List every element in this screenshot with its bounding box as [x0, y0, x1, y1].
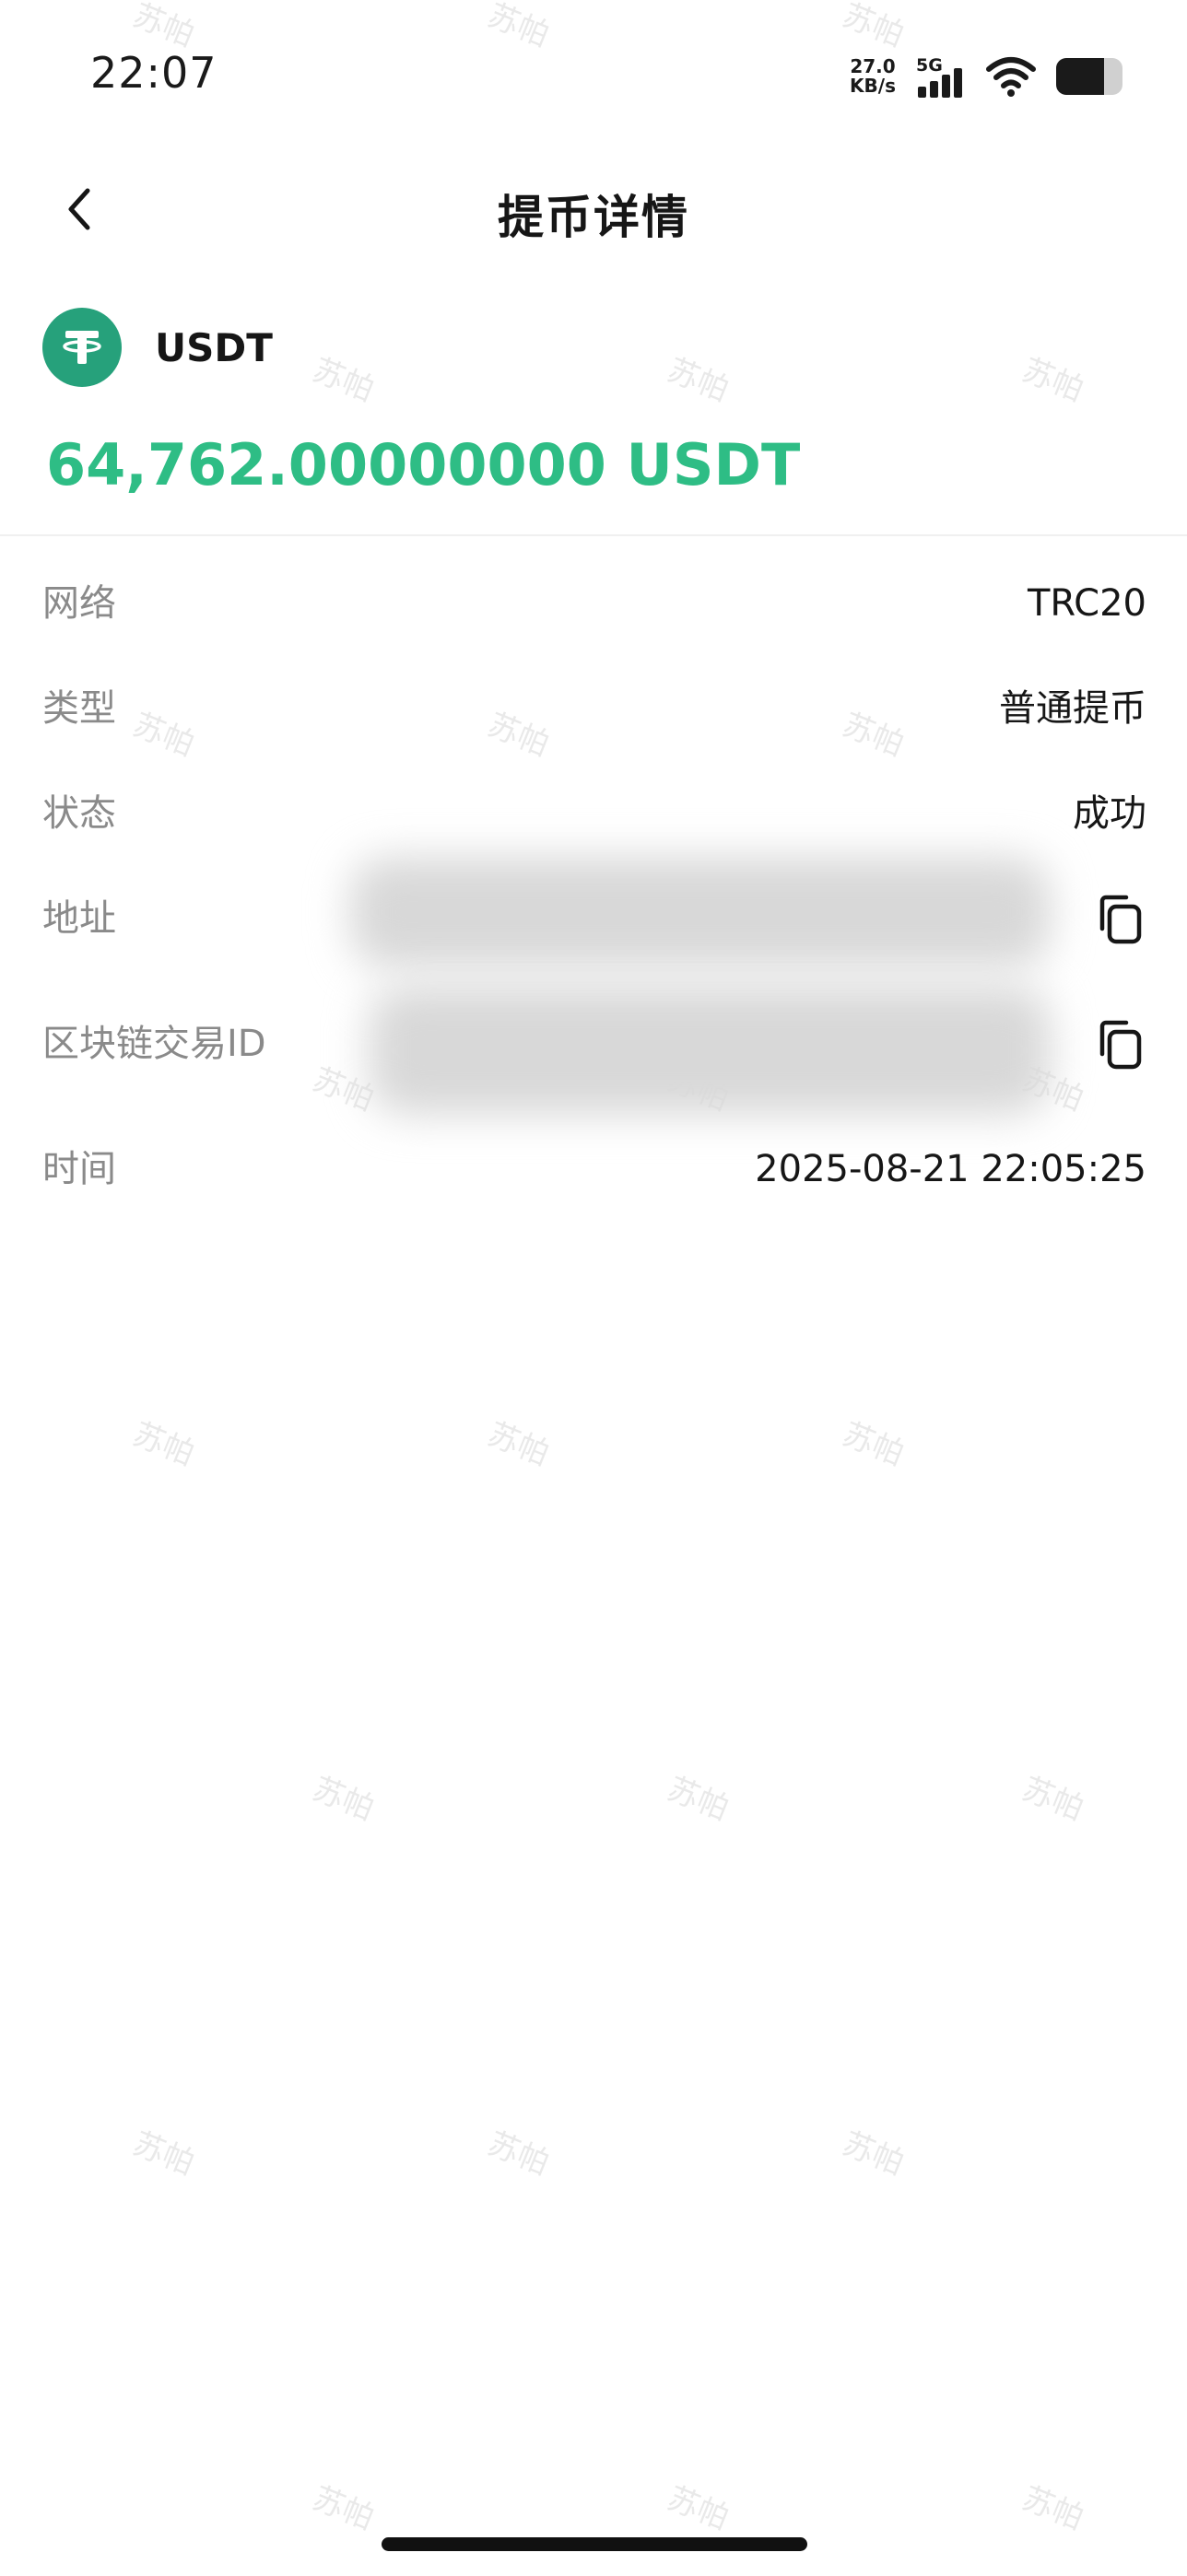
txid-label: 区块链交易ID	[42, 1023, 266, 1065]
redacted-txid	[369, 986, 1051, 1115]
copy-icon	[1099, 1020, 1142, 1070]
network-speed-unit: KB/s	[850, 75, 896, 97]
watermark-text: 苏帕	[1017, 2479, 1089, 2538]
watermark-text: 苏帕	[482, 2125, 555, 2184]
withdraw-detail-page: 苏帕 苏帕 苏帕 苏帕 苏帕 苏帕 苏帕 苏帕 苏帕 苏帕 苏帕 苏帕 苏帕 苏帕 苏帕 苏帕 苏帕 苏帕 苏帕 苏帕…	[0, 0, 1187, 2576]
watermark-text: 苏帕	[307, 2479, 380, 2538]
watermark-text: 苏帕	[662, 2479, 735, 2538]
type-label: 类型	[42, 687, 116, 730]
network-speed: 27.0 KB/s	[850, 57, 896, 96]
status-icons: 27.0 KB/s 5G	[850, 53, 1122, 100]
signal-icon: 5G	[916, 55, 966, 98]
home-indicator[interactable]	[382, 2537, 807, 2551]
network-value: TRC20	[1027, 582, 1146, 625]
redacted-address	[350, 857, 1051, 967]
address-label: 地址	[42, 897, 116, 940]
tether-icon	[42, 308, 122, 387]
detail-row-status: 状态 成功	[42, 781, 1146, 846]
divider	[0, 534, 1187, 536]
time-label: 时间	[42, 1148, 116, 1190]
watermark-text: 苏帕	[662, 1770, 735, 1829]
status-time: 22:07	[90, 48, 217, 98]
watermark-text: 苏帕	[127, 2125, 200, 2184]
watermark-text: 苏帕	[307, 1770, 380, 1829]
coin-row: USDT	[42, 308, 273, 387]
network-type: 5G	[916, 55, 943, 76]
page-title: 提币详情	[498, 191, 689, 244]
battery-icon	[1056, 58, 1122, 95]
detail-row-time: 时间 2025-08-21 22:05:25	[42, 1137, 1146, 1201]
watermark-text: 苏帕	[307, 351, 380, 410]
watermark-text: 苏帕	[127, 1415, 200, 1474]
coin-name: USDT	[155, 324, 273, 370]
time-value: 2025-08-21 22:05:25	[755, 1148, 1146, 1190]
detail-row-network: 网络 TRC20	[42, 571, 1146, 636]
watermark-text: 苏帕	[837, 1415, 910, 1474]
network-speed-value: 27.0	[850, 55, 896, 77]
copy-txid-button[interactable]	[1089, 1017, 1146, 1074]
copy-address-button[interactable]	[1089, 892, 1146, 949]
wifi-icon	[986, 57, 1036, 97]
watermark-text: 苏帕	[662, 351, 735, 410]
status-label: 状态	[42, 792, 116, 835]
detail-row-type: 类型 普通提币	[42, 676, 1146, 741]
network-label: 网络	[42, 582, 116, 625]
withdraw-amount: 64,762.00000000 USDT	[46, 431, 801, 498]
status-bar: 22:07 27.0 KB/s 5G	[0, 0, 1187, 147]
type-value: 普通提币	[999, 687, 1146, 730]
watermark-text: 苏帕	[837, 2125, 910, 2184]
watermark-text: 苏帕	[482, 1415, 555, 1474]
watermark-text: 苏帕	[1017, 1770, 1089, 1829]
copy-icon	[1099, 895, 1142, 944]
watermark-text: 苏帕	[1017, 351, 1089, 410]
status-value: 成功	[1073, 792, 1146, 835]
